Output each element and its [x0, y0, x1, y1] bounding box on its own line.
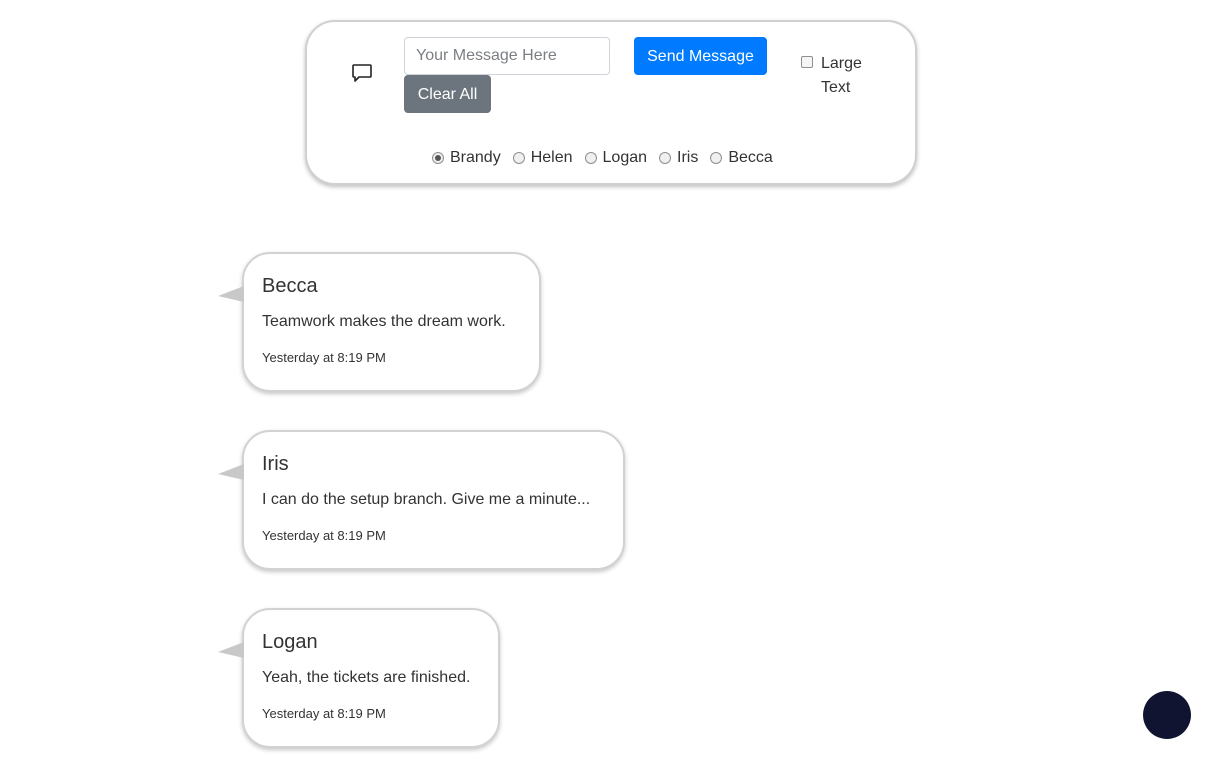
chat-bubble-icon [352, 64, 372, 82]
radio-label: Logan [602, 149, 648, 166]
clear-all-button[interactable]: Clear All [404, 75, 491, 113]
radio-label: Becca [728, 149, 773, 166]
message-bubble: Becca Teamwork makes the dream work. Yes… [218, 252, 541, 392]
radio-label: Brandy [450, 149, 501, 166]
large-text-label: Large Text [821, 55, 862, 96]
radio-label: Iris [677, 149, 699, 166]
radio-brandy[interactable]: Brandy [432, 149, 501, 167]
radio-logan[interactable]: Logan [584, 149, 648, 167]
message-author: Becca [262, 275, 318, 297]
message-composer: Send Message Clear All Large Text Brandy… [305, 20, 917, 185]
radio-button[interactable] [512, 152, 525, 164]
radio-label: Helen [530, 149, 573, 166]
radio-helen[interactable]: Helen [512, 149, 573, 167]
message-timestamp: Yesterday at 8:19 PM [262, 528, 386, 543]
send-message-button[interactable]: Send Message [634, 37, 767, 75]
radio-button[interactable] [432, 152, 444, 164]
message-bubble: Logan Yeah, the tickets are finished. Ye… [218, 608, 500, 748]
message-text: I can do the setup branch. Give me a min… [262, 491, 591, 508]
radio-iris[interactable]: Iris [659, 149, 698, 167]
radio-becca[interactable]: Becca [710, 149, 773, 167]
bubble-tail [218, 464, 244, 480]
message-author: Logan [262, 631, 318, 653]
user-radio-group: Brandy Helen Logan Iris Becca [432, 146, 785, 170]
message-text: Yeah, the tickets are finished. [262, 669, 471, 686]
message-bubble: Iris I can do the setup branch. Give me … [218, 430, 625, 570]
radio-button[interactable] [659, 152, 672, 164]
message-timestamp: Yesterday at 8:19 PM [262, 350, 386, 365]
message-text: Teamwork makes the dream work. [262, 313, 506, 330]
bubble-tail [218, 286, 244, 302]
floating-action-button[interactable] [1143, 691, 1191, 739]
message-timestamp: Yesterday at 8:19 PM [262, 706, 386, 721]
large-text-checkbox[interactable] [801, 56, 813, 68]
message-input[interactable] [404, 37, 610, 75]
bubble-tail [218, 642, 244, 658]
message-author: Iris [262, 453, 289, 475]
radio-button[interactable] [584, 152, 597, 164]
radio-button[interactable] [710, 152, 723, 164]
